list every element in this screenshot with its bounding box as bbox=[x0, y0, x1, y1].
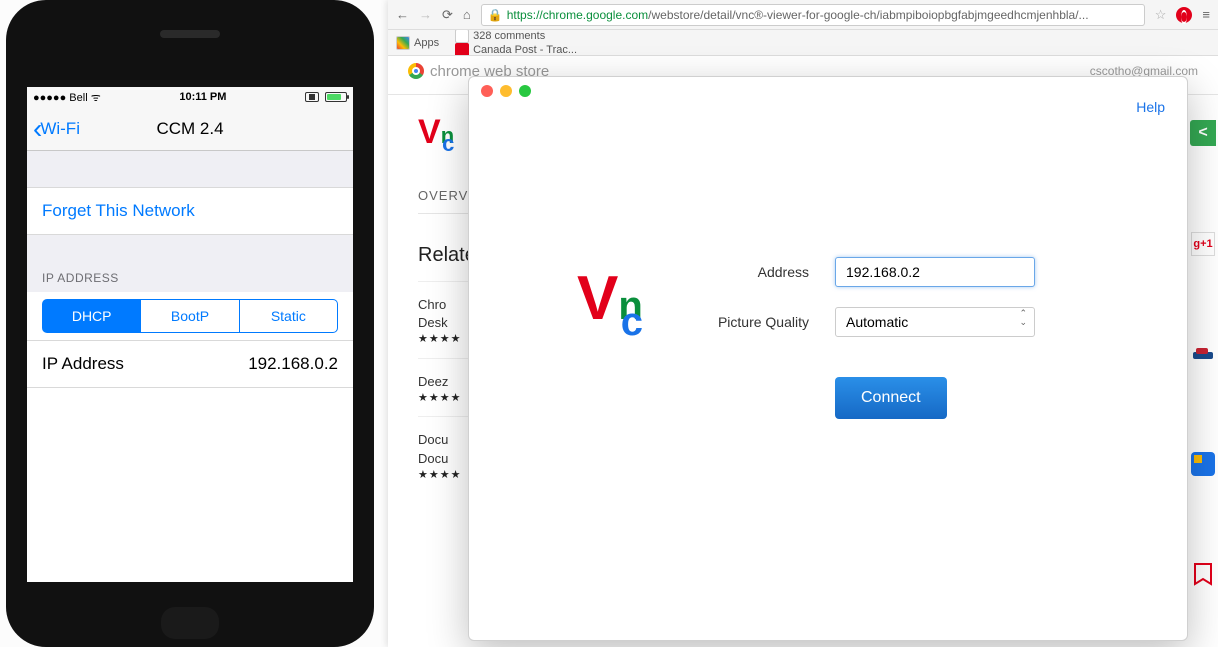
car-icon bbox=[1191, 342, 1215, 366]
segment-dhcp[interactable]: DHCP bbox=[42, 299, 141, 333]
carrier-block: ●●●●● Bell ᯤ bbox=[33, 90, 101, 105]
home-icon[interactable]: ⌂ bbox=[463, 7, 471, 22]
back-icon[interactable]: ← bbox=[396, 7, 409, 22]
favicon-icon bbox=[455, 43, 469, 57]
bookmarks-bar: Apps Shush.se - Watch T...Black people b… bbox=[388, 30, 1218, 56]
nav-title: CCM 2.4 bbox=[156, 119, 223, 139]
iphone-device: ●●●●● Bell ᯤ 10:11 PM ‹ Wi-Fi CCM 2.4 Fo… bbox=[6, 0, 374, 647]
address-input[interactable] bbox=[835, 257, 1035, 287]
ip-address-row[interactable]: IP Address 192.168.0.2 bbox=[27, 341, 353, 388]
chrome-toolbar: ← → ⟳ ⌂ 🔒 https://chrome.google.com/webs… bbox=[388, 0, 1218, 30]
chrome-window: ← → ⟳ ⌂ 🔒 https://chrome.google.com/webs… bbox=[388, 0, 1218, 647]
signal-dots: ●●●●● bbox=[33, 92, 66, 104]
forward-icon[interactable]: → bbox=[419, 7, 432, 22]
help-link[interactable]: Help bbox=[1136, 99, 1165, 115]
clock: 10:11 PM bbox=[179, 91, 226, 103]
ip-address-label: IP Address bbox=[42, 354, 124, 374]
home-button[interactable] bbox=[161, 607, 219, 639]
nav-bar: ‹ Wi-Fi CCM 2.4 bbox=[27, 107, 353, 151]
vnc-form: Address Picture Quality Automatic bbox=[569, 257, 1127, 337]
favicon-icon bbox=[455, 30, 469, 43]
picture-quality-select[interactable]: Automatic bbox=[835, 307, 1035, 337]
carrier-name: Bell bbox=[69, 92, 87, 104]
url-host: chrome.google.com bbox=[543, 8, 648, 22]
share-button[interactable]: < bbox=[1190, 120, 1216, 146]
chrome-icon bbox=[408, 63, 424, 79]
back-label: Wi-Fi bbox=[40, 119, 80, 139]
close-window-button[interactable] bbox=[481, 85, 493, 97]
vnc-viewer-window: Help Vnc Address Picture Quality Automat… bbox=[468, 76, 1188, 641]
picture-quality-label: Picture Quality bbox=[569, 314, 809, 330]
minimize-window-button[interactable] bbox=[500, 85, 512, 97]
orientation-lock-icon bbox=[305, 92, 319, 102]
url-path: /webstore/detail/vnc®-viewer-for-google-… bbox=[648, 8, 1088, 22]
menu-icon[interactable]: ≡ bbox=[1202, 7, 1210, 22]
share-icon: < bbox=[1198, 124, 1207, 142]
ip-mode-segmented: DHCPBootPStatic bbox=[27, 292, 353, 341]
iphone-screen: ●●●●● Bell ᯤ 10:11 PM ‹ Wi-Fi CCM 2.4 Fo… bbox=[27, 87, 353, 582]
segment-static[interactable]: Static bbox=[240, 299, 338, 333]
zoom-window-button[interactable] bbox=[519, 85, 531, 97]
segment-bootp[interactable]: BootP bbox=[141, 299, 239, 333]
forget-network-button[interactable]: Forget This Network bbox=[27, 187, 353, 235]
app-tile-icon bbox=[1191, 452, 1215, 476]
vnc-logo-small: Vnc bbox=[418, 113, 466, 152]
window-controls bbox=[481, 85, 531, 97]
status-bar: ●●●●● Bell ᯤ 10:11 PM bbox=[27, 87, 353, 107]
earpiece bbox=[160, 30, 220, 38]
address-label: Address bbox=[569, 264, 809, 280]
connect-button[interactable]: Connect bbox=[835, 377, 947, 419]
opera-extension-icon[interactable] bbox=[1176, 7, 1192, 23]
bookmark-item[interactable]: Canada Post - Trac... bbox=[455, 43, 578, 57]
ip-address-value: 192.168.0.2 bbox=[248, 354, 338, 374]
google-plus-button[interactable]: g+1 bbox=[1191, 232, 1215, 256]
battery-icon bbox=[325, 92, 347, 102]
back-button[interactable]: ‹ Wi-Fi bbox=[33, 115, 80, 143]
section-header-ip: IP ADDRESS bbox=[27, 271, 353, 292]
lock-icon: 🔒 bbox=[488, 8, 503, 22]
apps-icon bbox=[396, 36, 410, 50]
address-bar[interactable]: 🔒 https://chrome.google.com/webstore/det… bbox=[481, 4, 1145, 26]
apps-button[interactable]: Apps bbox=[396, 36, 439, 50]
url-scheme: https:// bbox=[507, 8, 543, 22]
bookmark-ribbon-icon bbox=[1191, 562, 1215, 586]
bookmark-item[interactable]: 328 comments bbox=[455, 30, 578, 43]
right-rail: < g+1 bbox=[1188, 120, 1218, 586]
bookmark-star-icon[interactable]: ☆ bbox=[1155, 7, 1167, 23]
wifi-icon: ᯤ bbox=[91, 92, 101, 104]
reload-icon[interactable]: ⟳ bbox=[442, 7, 453, 23]
status-right bbox=[305, 92, 347, 102]
